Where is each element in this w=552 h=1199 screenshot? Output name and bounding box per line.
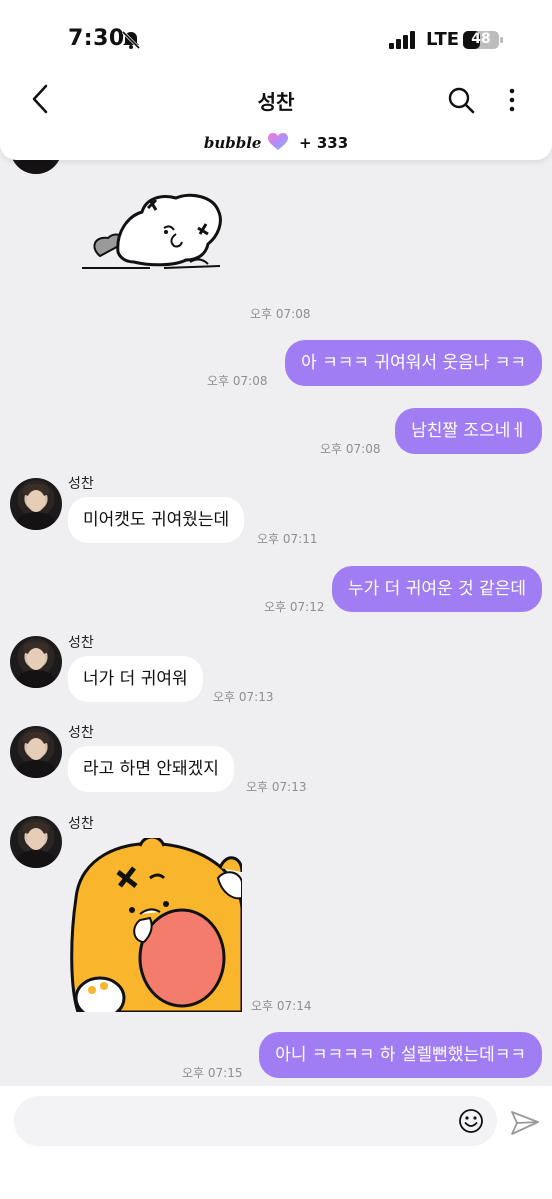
timestamp: 오후 07:08 [207, 374, 268, 388]
send-icon[interactable] [510, 1108, 540, 1138]
timestamp: 오후 07:15 [182, 1066, 243, 1080]
sender-name: 성찬 [68, 635, 94, 651]
bubble-count: + 333 [299, 134, 349, 152]
timestamp: 오후 07:14 [251, 999, 312, 1013]
tiger-sticker-shouting[interactable] [70, 838, 242, 1012]
incoming-message[interactable]: 미어캣도 귀여웠는데 [68, 497, 245, 543]
outgoing-message[interactable]: 아니 ㅋㅋㅋㅋ 하 설렐뻔했는데ㅋㅋ [259, 1032, 542, 1078]
sender-name: 성찬 [68, 476, 94, 492]
timestamp: 오후 07:13 [246, 780, 307, 794]
status-bar: 7:30 LTE 48 [0, 0, 552, 70]
sender-name: 성찬 [68, 816, 94, 832]
avatar[interactable] [10, 478, 62, 530]
avatar[interactable] [10, 636, 62, 688]
message-input[interactable] [32, 1096, 456, 1148]
bell-off-icon [121, 30, 141, 50]
incoming-message[interactable]: 너가 더 귀여워 [68, 656, 203, 702]
status-time: 7:30 [68, 26, 125, 51]
message-composer [0, 1086, 552, 1199]
chat-header: 성찬 bubble + 333 [0, 70, 552, 160]
battery-level: 48 [471, 31, 491, 47]
heart-icon [268, 133, 289, 150]
outgoing-message[interactable]: 누가 더 귀여운 것 같은데 [331, 566, 542, 612]
bubble-badge[interactable]: bubble + 333 [0, 133, 552, 152]
bubble-brand: bubble [203, 134, 262, 152]
timestamp: 오후 07:12 [264, 600, 325, 614]
tiger-sticker-lying[interactable] [80, 188, 225, 280]
search-icon[interactable] [447, 86, 475, 114]
more-icon[interactable] [503, 86, 521, 114]
timestamp: 오후 07:08 [250, 307, 311, 321]
incoming-message[interactable]: 라고 하면 안돼겠지 [68, 746, 234, 792]
sender-name: 성찬 [68, 725, 94, 741]
network-label: LTE [426, 29, 460, 50]
avatar[interactable] [10, 726, 62, 778]
outgoing-message[interactable]: 남친짤 조으네ㅔ [395, 408, 542, 454]
battery-icon: 48 [463, 30, 503, 50]
message-input-wrap[interactable] [14, 1096, 497, 1148]
signal-icon [389, 31, 415, 49]
avatar[interactable] [10, 816, 62, 868]
message-list[interactable]: 오후 07:08 아 ㅋㅋㅋ 귀여워서 웃음나 ㅋㅋ 오후 07:08 남친짤 … [0, 0, 552, 1086]
timestamp: 오후 07:08 [320, 442, 381, 456]
emoji-icon[interactable] [458, 1108, 484, 1134]
timestamp: 오후 07:13 [213, 690, 274, 704]
timestamp: 오후 07:11 [257, 532, 318, 546]
outgoing-message[interactable]: 아 ㅋㅋㅋ 귀여워서 웃음나 ㅋㅋ [285, 340, 542, 386]
